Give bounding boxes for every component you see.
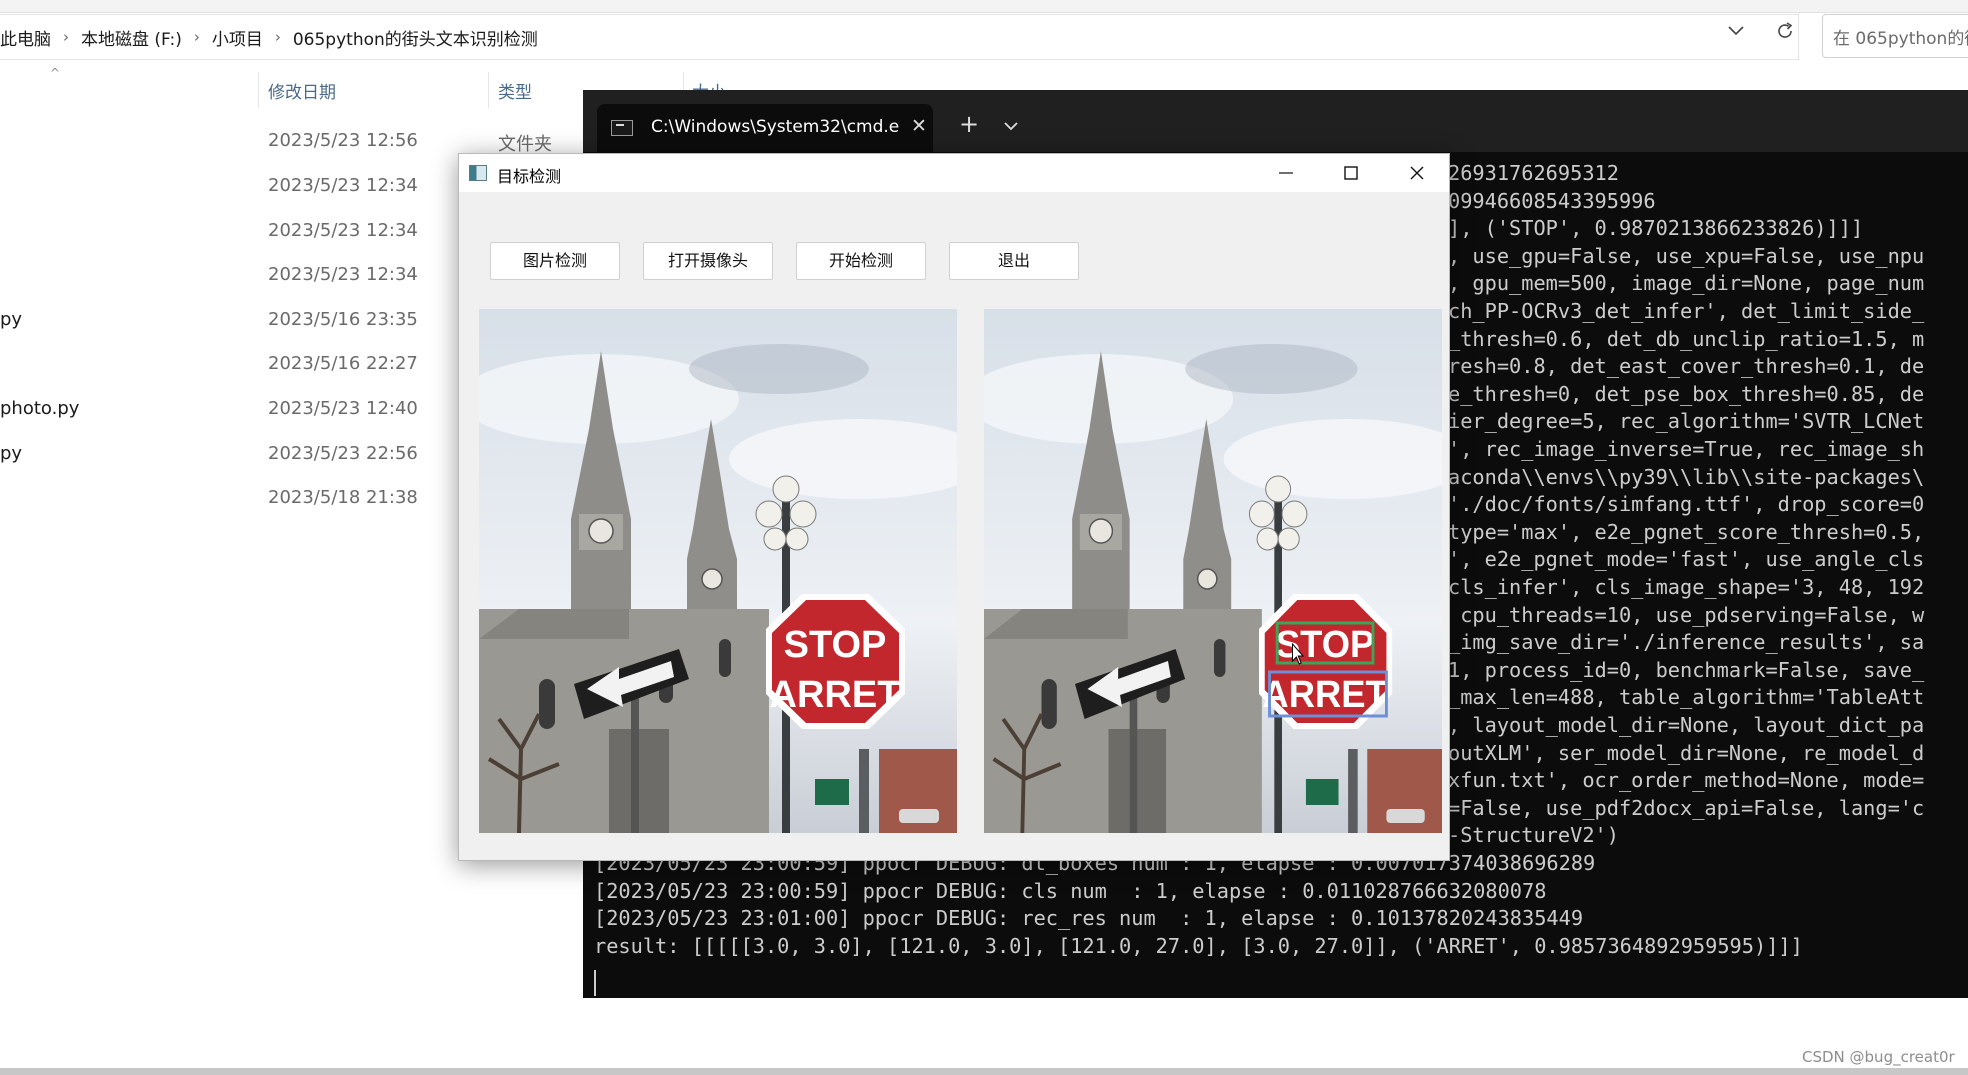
close-icon[interactable] bbox=[1387, 154, 1447, 192]
address-bar[interactable]: 此电脑 › 本地磁盘 (F:) › 小项目 › 065python的街头文本识别… bbox=[0, 14, 1799, 60]
breadcrumb-separator-icon[interactable]: › bbox=[63, 28, 69, 46]
file-name: py bbox=[0, 309, 23, 330]
result-image: STOP ARRET bbox=[984, 309, 1442, 833]
terminal-line: , layout_model_dir=None, layout_dict_pa bbox=[1448, 713, 1925, 737]
file-name: photo.py bbox=[0, 398, 80, 419]
watermark: CSDN @bug_creat0r bbox=[1802, 1048, 1955, 1066]
app-window-icon bbox=[469, 165, 487, 181]
file-date: 2023/5/23 12:34 bbox=[268, 220, 418, 241]
terminal-line: aconda\\envs\\py39\\lib\\site-packages\ bbox=[1448, 464, 1925, 489]
terminal-line: ', rec_image_inverse=True, rec_image_sh bbox=[1448, 437, 1925, 461]
search-input[interactable]: 在 065python的街 bbox=[1822, 14, 1968, 58]
minimize-icon[interactable] bbox=[1255, 154, 1315, 192]
terminal-line: 1, process_id=0, benchmark=False, save_ bbox=[1448, 657, 1925, 682]
maximize-icon[interactable] bbox=[1321, 154, 1381, 192]
close-tab-icon[interactable]: ✕ bbox=[911, 115, 927, 137]
terminal-line: , use_gpu=False, use_xpu=False, use_npu bbox=[1448, 243, 1925, 268]
cmd-icon bbox=[611, 120, 633, 136]
status-bar bbox=[0, 1068, 1968, 1075]
stop-sign-word-stop: STOP bbox=[784, 624, 887, 666]
terminal-tab-bar: C:\Windows\System32\cmd.e ✕ + bbox=[583, 90, 1968, 152]
terminal-line: ], ('STOP', 0.9870213866233826)]]] bbox=[1448, 216, 1864, 241]
search-placeholder: 在 065python的街 bbox=[1833, 28, 1968, 49]
terminal-line: =False, use_pdf2docx_api=False, lang='c bbox=[1448, 795, 1925, 820]
terminal-line: -StructureV2') bbox=[1448, 823, 1619, 848]
file-name: py bbox=[0, 443, 23, 464]
explorer-top-strip bbox=[0, 0, 1968, 13]
terminal-tab-title: C:\Windows\System32\cmd.e bbox=[651, 117, 900, 137]
terminal-line: cpu_threads=10, use_pdserving=False, w bbox=[1448, 602, 1925, 627]
terminal-line: xfun.txt', ocr_order_method=None, mode= bbox=[1448, 768, 1925, 793]
file-date: 2023/5/16 23:35 bbox=[268, 309, 418, 330]
terminal-line: type='max', e2e_pgnet_score_thresh=0.5, bbox=[1448, 519, 1925, 544]
detected-word-arret: ARRET bbox=[1262, 672, 1388, 715]
terminal-tab[interactable]: C:\Windows\System32\cmd.e ✕ bbox=[597, 104, 933, 152]
terminal-line: ', e2e_pgnet_mode='fast', use_angle_cls bbox=[1448, 547, 1925, 572]
terminal-line: 26931762695312 bbox=[1448, 161, 1619, 185]
app-title: 目标检测 bbox=[497, 167, 562, 186]
terminal-line: [2023/05/23 23:00:59] ppocr DEBUG: cls n… bbox=[594, 878, 1547, 903]
file-date: 2023/5/23 12:34 bbox=[268, 264, 418, 285]
new-tab-icon[interactable]: + bbox=[959, 112, 979, 136]
terminal-line: result: [[[[[3.0, 3.0], [121.0, 3.0], [1… bbox=[594, 933, 1803, 958]
file-date: 2023/5/23 12:56 bbox=[268, 130, 418, 151]
breadcrumb-separator-icon[interactable]: › bbox=[275, 28, 281, 46]
column-divider[interactable] bbox=[258, 72, 259, 108]
terminal-line: ier_degree=5, rec_algorithm='SVTR_LCNet bbox=[1448, 409, 1925, 434]
terminal-cursor bbox=[594, 970, 596, 996]
terminal-line: resh=0.8, det_east_cover_thresh=0.1, de bbox=[1448, 354, 1925, 379]
terminal-line: _img_save_dir='./inference_results', sa bbox=[1448, 630, 1925, 655]
input-image: STOP ARRET bbox=[479, 309, 957, 833]
terminal-line: outXLM', ser_model_dir=None, re_model_d bbox=[1448, 740, 1925, 765]
file-date: 2023/5/23 12:40 bbox=[268, 398, 418, 419]
app-title-bar[interactable]: 目标检测 bbox=[459, 154, 1449, 192]
stop-sign-word-arret: ARRET bbox=[770, 674, 901, 716]
exit-button[interactable]: 退出 bbox=[949, 242, 1079, 280]
breadcrumb-drive-f[interactable]: 本地磁盘 (F:) bbox=[81, 25, 182, 50]
file-date: 2023/5/23 22:56 bbox=[268, 443, 418, 464]
file-date: 2023/5/18 21:38 bbox=[268, 487, 418, 508]
terminal-line: e_thresh=0, det_pse_box_thresh=0.85, de bbox=[1448, 381, 1925, 406]
column-divider[interactable] bbox=[488, 72, 489, 108]
open-camera-button[interactable]: 打开摄像头 bbox=[643, 242, 773, 280]
breadcrumb-project-folder[interactable]: 小项目 bbox=[212, 25, 263, 50]
column-header-date[interactable]: 修改日期 bbox=[268, 78, 336, 103]
detection-app-window[interactable]: 目标检测 图片检测 打开摄像头 开始检测 退出 STOP ARRET STOP … bbox=[458, 153, 1450, 861]
detected-word-stop: STOP bbox=[1276, 622, 1374, 665]
refresh-icon[interactable] bbox=[1774, 20, 1796, 42]
breadcrumb-separator-icon[interactable]: › bbox=[194, 28, 200, 46]
terminal-line: ch_PP-OCRv3_det_infer', det_limit_side_ bbox=[1448, 299, 1925, 323]
tab-dropdown-chevron-icon[interactable] bbox=[1003, 120, 1019, 132]
image-detect-button[interactable]: 图片检测 bbox=[490, 242, 620, 280]
terminal-line: [2023/05/23 23:01:00] ppocr DEBUG: rec_r… bbox=[594, 906, 1584, 931]
terminal-line: _thresh=0.6, det_db_unclip_ratio=1.5, m bbox=[1448, 326, 1925, 351]
column-header-type[interactable]: 类型 bbox=[498, 78, 532, 103]
address-history-chevron-icon[interactable] bbox=[1726, 20, 1746, 40]
file-date: 2023/5/23 12:34 bbox=[268, 175, 418, 196]
terminal-line: 09946608543395996 bbox=[1448, 188, 1656, 213]
file-date: 2023/5/16 22:27 bbox=[268, 353, 418, 374]
start-detection-button[interactable]: 开始检测 bbox=[796, 242, 926, 280]
sort-ascending-icon[interactable]: ^ bbox=[50, 66, 60, 80]
terminal-line: , gpu_mem=500, image_dir=None, page_num bbox=[1448, 271, 1925, 296]
terminal-line: './doc/fonts/simfang.ttf', drop_score=0 bbox=[1448, 492, 1925, 517]
terminal-line: _max_len=488, table_algorithm='TableAtt bbox=[1448, 685, 1925, 710]
breadcrumb-current-folder[interactable]: 065python的街头文本识别检测 bbox=[293, 25, 538, 50]
breadcrumb-this-pc[interactable]: 此电脑 bbox=[0, 25, 51, 50]
terminal-line: cls_infer', cls_image_shape='3, 48, 192 bbox=[1448, 575, 1925, 599]
